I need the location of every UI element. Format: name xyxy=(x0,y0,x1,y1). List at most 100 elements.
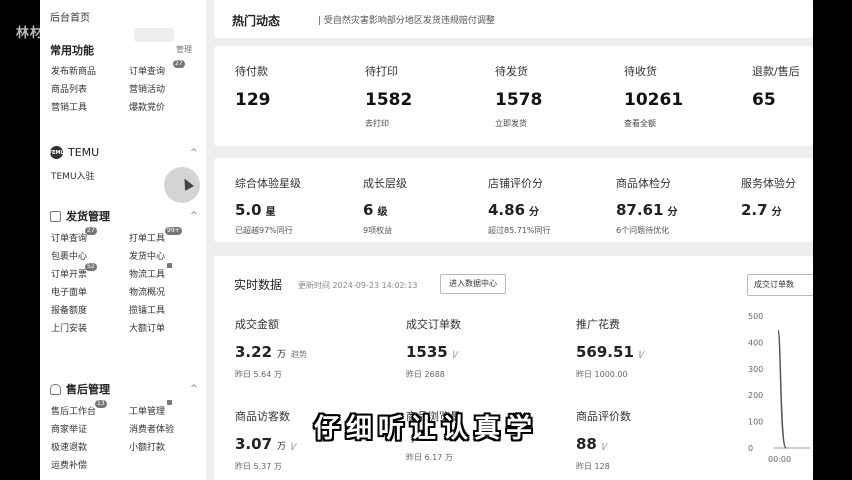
sub: 昨日 1000.00 xyxy=(576,370,628,379)
label: 待打印 xyxy=(365,65,398,78)
section-common-title: 常用功能 xyxy=(50,44,94,57)
value: 2.7 xyxy=(741,201,768,219)
value: 5.0 xyxy=(235,201,262,219)
aftersale-badge: 13 xyxy=(95,400,107,408)
trend-icon[interactable]: ⌊⁄ xyxy=(453,350,457,359)
sidebar-item-quota[interactable]: 报备额度 xyxy=(51,305,129,318)
label: 商品体检分 xyxy=(616,177,671,190)
manage-link[interactable]: 管理 xyxy=(176,44,192,55)
trend-icon[interactable]: ⌊⁄ xyxy=(639,350,643,359)
hot-news-item[interactable]: | 受自然灾害影响部分地区发货违规赔付调整 xyxy=(318,13,495,26)
sidebar-item-install[interactable]: 上门安装 xyxy=(51,323,129,336)
sidebar-item-temu-join[interactable]: TEMU入驻 xyxy=(51,171,129,184)
dot-badge xyxy=(167,400,172,405)
chevron-up-icon[interactable]: ^ xyxy=(190,148,198,158)
view-link[interactable]: 查看全额 xyxy=(624,118,683,129)
section-temu[interactable]: TEMU TEMU ^ xyxy=(49,146,198,159)
trend-link[interactable]: 趋势 xyxy=(291,349,307,360)
label: 待收货 xyxy=(624,65,657,78)
hot-news-title: 热门动态 xyxy=(232,14,281,28)
metric-refund[interactable]: 退款/售后 65 xyxy=(752,63,800,110)
sidebar-item-logistics-overview[interactable]: 物流概况 xyxy=(129,287,201,300)
y-tick-label: 200 xyxy=(748,391,763,400)
unit: 星 xyxy=(265,207,276,218)
shield-icon xyxy=(50,383,61,395)
order-badge: 27 xyxy=(173,60,185,68)
chevron-up-icon[interactable]: ^ xyxy=(190,211,198,221)
section-aftersale[interactable]: 售后管理 ^ xyxy=(50,381,198,397)
metric-pending-print[interactable]: 待打印 1582 去打印 xyxy=(365,63,412,129)
y-tick-label: 0 xyxy=(748,444,753,453)
score-shop-rating[interactable]: 店铺评价分 4.86 分 超过85.71%同行 xyxy=(488,175,551,236)
metric-select[interactable]: 成交订单数 xyxy=(747,274,813,296)
document-icon xyxy=(50,210,61,222)
label: 打单工具 xyxy=(129,234,166,244)
score-level[interactable]: 成长层级 6级 9项权益 xyxy=(363,175,407,236)
rt-promo-cost[interactable]: 推广花费 569.51 ⌊⁄ 昨日 1000.00 xyxy=(576,316,643,380)
sidebar-item-hot-bid[interactable]: 爆款竞价 xyxy=(129,102,201,115)
value: 87.61 xyxy=(616,201,664,219)
value: 3.22 xyxy=(235,343,273,361)
print-badge: 99+ xyxy=(165,227,182,235)
sidebar-item-order-query-label: 订单查询 xyxy=(129,67,166,77)
section-aftersale-title: 售后管理 xyxy=(66,383,110,396)
sub: 超过85.71%同行 xyxy=(488,226,551,235)
section-shipping-title: 发货管理 xyxy=(66,210,110,223)
sidebar-item-freight[interactable]: 运费补偿 xyxy=(51,460,129,473)
section-temu-title: TEMU xyxy=(68,146,100,159)
temu-logo-icon: TEMU xyxy=(49,146,64,159)
sidebar-item-ship-center[interactable]: 发货中心 xyxy=(129,251,201,264)
sidebar-home-link[interactable]: 后台首页 xyxy=(50,9,90,24)
sidebar-item-publish[interactable]: 发布新商品 xyxy=(51,66,129,79)
metric-pending-receive[interactable]: 待收货 10261 查看全额 xyxy=(624,63,683,129)
orders-card: 待付款 129 待打印 1582 去打印 待发货 1578 立即发货 待收货 1… xyxy=(214,46,813,146)
section-common[interactable]: 常用功能 xyxy=(50,42,94,58)
sub: 6个问题待优化 xyxy=(616,226,670,235)
ship-link[interactable]: 立即发货 xyxy=(495,118,542,129)
chevron-up-icon[interactable]: ^ xyxy=(190,384,198,394)
sidebar-item-invoice[interactable]: 订单开票 52 xyxy=(51,263,129,282)
label: 物流工具 xyxy=(129,270,166,280)
unit: 分 xyxy=(529,207,540,218)
realtime-card: 实时数据 更新时间 2024-09-23 14:02:13 进入数据中心 成交订… xyxy=(214,256,813,480)
label: 服务体验分 xyxy=(741,177,796,190)
sidebar-item-e-waybill[interactable]: 电子面单 xyxy=(51,287,129,300)
score-service[interactable]: 服务体验分 2.7 分 xyxy=(741,175,796,219)
sidebar-item-print-tool[interactable]: 打单工具 99+ xyxy=(129,227,201,246)
sub: 昨日 5.64 万 xyxy=(235,370,282,379)
scores-card: 综合体验星级 5.0 星 已超越97%同行 成长层级 6级 9项权益 店铺评价分 … xyxy=(214,158,813,242)
score-product[interactable]: 商品体检分 87.61 分 6个问题待优化 xyxy=(616,175,677,236)
sidebar-item-pickup-tool[interactable]: 揽镭工具 xyxy=(129,305,201,318)
y-tick-label: 500 xyxy=(748,312,763,321)
value: 569.51 xyxy=(576,343,634,361)
sidebar-item-ship-order-query[interactable]: 订单查询 27 xyxy=(51,227,129,246)
data-center-button[interactable]: 进入数据中心 xyxy=(440,274,506,294)
sidebar-item-marketing-activity[interactable]: 营销活动 xyxy=(129,84,201,97)
y-tick-label: 400 xyxy=(748,338,763,347)
value: 1582 xyxy=(365,90,413,110)
section-shipping[interactable]: 发货管理 ^ xyxy=(50,208,198,224)
metric-pending-pay[interactable]: 待付款 129 xyxy=(235,63,271,110)
sub: 9项权益 xyxy=(363,226,393,235)
rt-gmv[interactable]: 成交金额 3.22 万趋势 昨日 5.64 万 xyxy=(235,316,307,380)
sidebar-item-product-list[interactable]: 商品列表 xyxy=(51,84,129,97)
y-tick-label: 300 xyxy=(748,365,763,374)
value: 1535 xyxy=(406,343,448,361)
sidebar-item-order-query[interactable]: 订单查询 27 xyxy=(129,60,201,79)
score-star[interactable]: 综合体验星级 5.0 星 已超越97%同行 xyxy=(235,175,301,236)
metric-pending-ship[interactable]: 待发货 1578 立即发货 xyxy=(495,63,542,129)
realtime-update-time: 更新时间 2024-09-23 14:02:13 xyxy=(298,281,418,290)
sidebar-item-logistics-tool[interactable]: 物流工具 xyxy=(129,263,201,282)
invoice-badge: 52 xyxy=(85,263,97,271)
rt-orders[interactable]: 成交订单数 1535 ⌊⁄ 昨日 2688 xyxy=(406,316,461,380)
sidebar-item-marketing-tool[interactable]: 营销工具 xyxy=(51,102,129,115)
value: 10261 xyxy=(624,90,684,110)
x-tick-label: 00:00 xyxy=(768,455,791,464)
value: 1578 xyxy=(495,90,543,110)
sidebar-item-large-order[interactable]: 大额订单 xyxy=(129,323,201,336)
label: 成交订单数 xyxy=(406,318,461,331)
value: 6 xyxy=(363,201,374,219)
print-link[interactable]: 去打印 xyxy=(365,118,412,129)
label: 订单查询 xyxy=(51,234,88,244)
sub: 昨日 5.37 万 xyxy=(235,462,282,471)
